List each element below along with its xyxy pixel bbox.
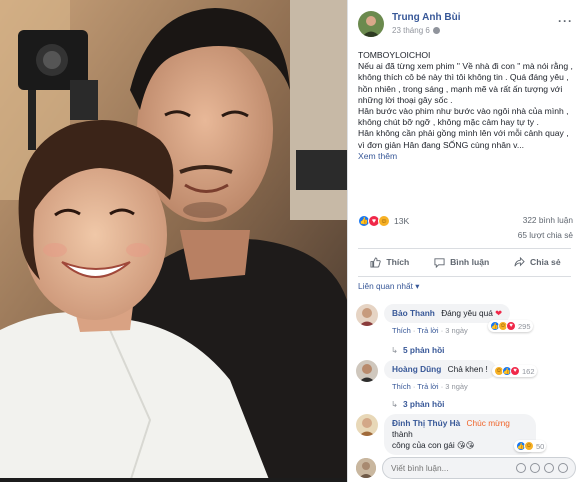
post-paragraph-2: Hân bước vào phim như bước vào ngôi nhà … — [358, 106, 569, 128]
heart-emoji-icon: ❤ — [495, 308, 503, 318]
sort-label: Liên quan nhất — [358, 281, 413, 291]
timestamp-text: 23 tháng 6 — [392, 26, 430, 35]
reaction-summary[interactable]: 👍 ♥ ☺ 13K — [358, 215, 409, 227]
comment-item: Bảo Thanh Đáng yêu quá ❤ 👍 ☺ ♥ 295 Thích… — [356, 304, 576, 356]
comment-reactions[interactable]: 👍 ☺ 50 — [514, 440, 547, 452]
commenter-name[interactable]: Hoàng Dũng — [392, 364, 441, 374]
author-name[interactable]: Trung Anh Bùi — [392, 12, 461, 23]
comment-button[interactable]: Bình luận — [434, 257, 489, 268]
share-count[interactable]: 65 lượt chia sẻ — [518, 230, 573, 240]
more-options-icon[interactable]: ··· — [558, 14, 573, 28]
comment-bubble: Đinh Thị Thúy Hà Chúc mừng thành công củ… — [384, 414, 536, 455]
replies-count: 3 phản hồi — [402, 399, 445, 409]
commenter-avatar[interactable] — [356, 304, 378, 326]
share-icon — [514, 256, 525, 266]
author-avatar[interactable] — [358, 11, 384, 37]
comment-label: Bình luận — [450, 257, 490, 267]
comment-highlight-text: Chúc mừng — [466, 418, 510, 428]
emoji-icon[interactable] — [516, 463, 526, 473]
comment-reply-link[interactable]: Trả lời — [417, 382, 438, 391]
comment-meta: Thích · Trả lời · 3 ngày — [392, 382, 468, 391]
post-panel: Trung Anh Bùi 23 tháng 6 ··· TOMBOYLOICH… — [347, 0, 580, 482]
comment-sort-dropdown[interactable]: Liên quan nhất ▾ — [358, 281, 419, 291]
replies-count: 5 phản hồi — [402, 345, 445, 355]
comment-like-link[interactable]: Thích — [392, 382, 411, 391]
camera-icon[interactable] — [530, 463, 540, 473]
comment-text: thành — [392, 429, 413, 439]
post-body: TOMBOYLOICHOI Nếu ai đã từng xem phim " … — [358, 50, 574, 162]
comment-item: Hoàng Dũng Chả khen ! ☺ 👍 ♥ 162 Thích · … — [356, 360, 576, 400]
comment-reaction-count: 50 — [536, 441, 545, 451]
smile-emoji-icon: 😘😘 — [457, 440, 475, 450]
comment-text: Chả khen ! — [447, 364, 488, 374]
comment-bubble: Hoàng Dũng Chả khen ! — [384, 360, 496, 379]
view-replies-link[interactable]: ↳ 5 phản hồi — [391, 345, 444, 355]
comment-reaction-count: 295 — [518, 321, 531, 331]
comment-text-2: công của con gái — [392, 440, 455, 450]
share-button[interactable]: Chia sẻ — [514, 256, 561, 268]
share-label: Chia sẻ — [530, 257, 561, 267]
comment-count[interactable]: 322 bình luận — [523, 215, 573, 225]
comment-time: 3 ngày — [445, 382, 468, 391]
post-photo[interactable] — [0, 0, 347, 482]
post-timestamp[interactable]: 23 tháng 6 — [392, 26, 440, 35]
current-user-avatar — [356, 458, 376, 478]
comment-text: Đáng yêu quá — [441, 308, 493, 318]
comment-reactions[interactable]: ☺ 👍 ♥ 162 — [492, 365, 537, 377]
comment-reactions[interactable]: 👍 ☺ ♥ 295 — [488, 320, 533, 332]
post-hashtag: TOMBOYLOICHOI — [358, 50, 431, 60]
commenter-name[interactable]: Đinh Thị Thúy Hà — [392, 418, 460, 428]
comment-item: Đinh Thị Thúy Hà Chúc mừng thành công củ… — [356, 414, 576, 455]
comment-reaction-count: 162 — [522, 366, 535, 376]
comment-meta: Thích · Trả lời · 3 ngày — [392, 326, 468, 335]
comment-like-link[interactable]: Thích — [392, 326, 411, 335]
thumbs-up-icon — [370, 256, 382, 268]
reply-arrow-icon: ↳ — [391, 345, 398, 355]
reply-arrow-icon: ↳ — [391, 399, 398, 409]
reaction-count: 13K — [394, 216, 410, 226]
commenter-name[interactable]: Bảo Thanh — [392, 308, 435, 318]
photo-bottom-bar — [0, 478, 347, 482]
haha-reaction-icon: ☺ — [524, 441, 534, 451]
comment-input-icons — [516, 463, 568, 473]
comment-icon — [434, 257, 445, 268]
chevron-down-icon: ▾ — [415, 281, 420, 291]
comment-reply-link[interactable]: Trả lời — [417, 326, 438, 335]
post-stats: 👍 ♥ ☺ 13K 322 bình luận 65 lượt chia sẻ — [358, 213, 573, 247]
sticker-icon[interactable] — [558, 463, 568, 473]
divider-top — [358, 248, 571, 249]
comment-time: 3 ngày — [445, 326, 468, 335]
view-replies-link[interactable]: ↳ 3 phản hồi — [391, 399, 444, 409]
selfie-photo — [0, 0, 347, 482]
like-button[interactable]: Thích — [370, 256, 410, 268]
commenter-avatar[interactable] — [356, 360, 378, 382]
see-more-link[interactable]: Xem thêm — [358, 151, 574, 162]
love-reaction-icon: ♥ — [506, 321, 516, 331]
haha-reaction-icon: ☺ — [378, 215, 390, 227]
divider-bottom — [358, 276, 571, 277]
love-reaction-icon: ♥ — [510, 366, 520, 376]
like-label: Thích — [386, 257, 410, 267]
write-comment-row — [356, 457, 576, 479]
post-paragraph-3: Hân không cần phải gồng mình lên với mỗi… — [358, 128, 569, 150]
globe-icon — [432, 27, 440, 34]
post-paragraph-1: Nếu ai đã từng xem phim " Về nhà đi con … — [358, 61, 573, 105]
action-bar: Thích Bình luận Chia sẻ — [358, 250, 573, 274]
gif-icon[interactable] — [544, 463, 554, 473]
commenter-avatar[interactable] — [356, 414, 378, 436]
post-header: Trung Anh Bùi 23 tháng 6 ··· — [358, 10, 573, 40]
